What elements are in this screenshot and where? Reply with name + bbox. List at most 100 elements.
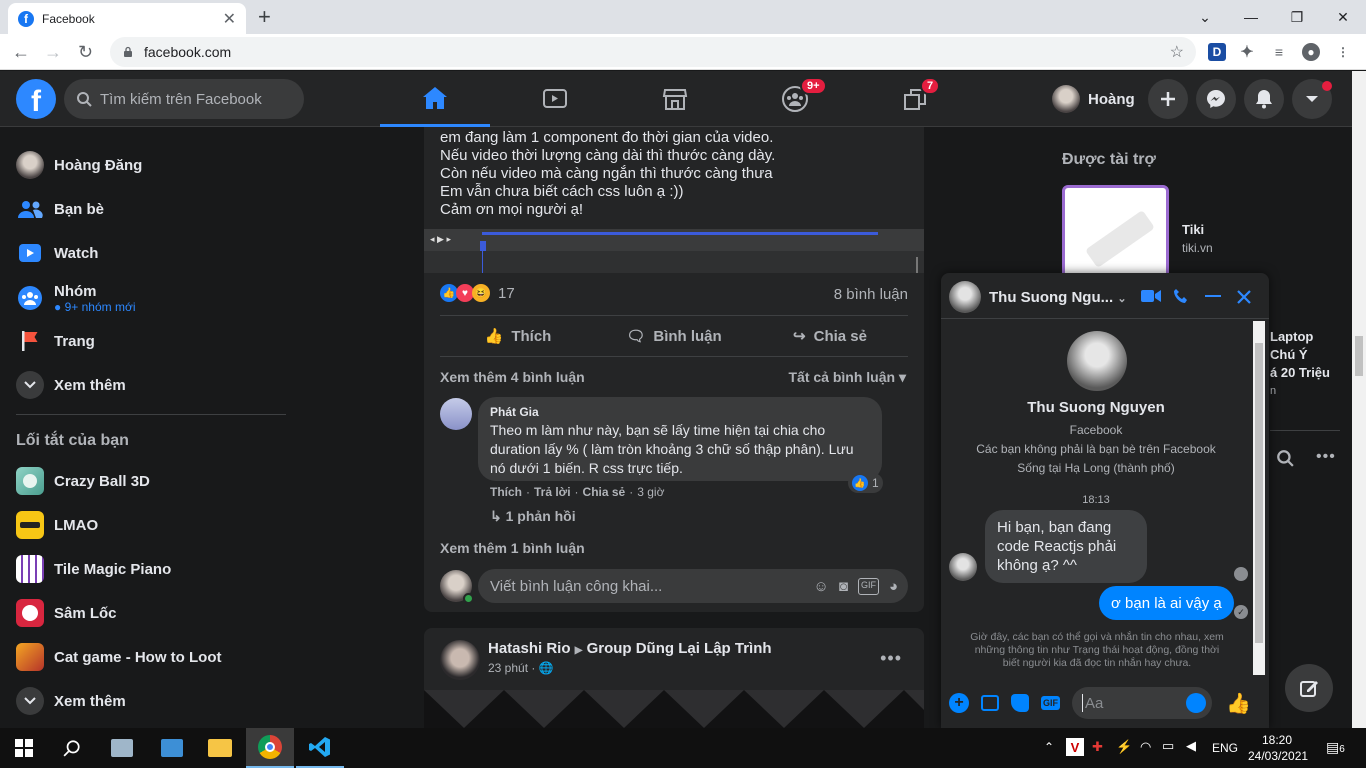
tab-search-icon[interactable]: ⌄ <box>1182 9 1228 26</box>
photo-icon[interactable] <box>981 695 999 711</box>
sidebar-see-more-button[interactable]: Xem thêm <box>8 363 298 407</box>
taskbar-app-control[interactable] <box>148 728 196 768</box>
avatar[interactable] <box>949 281 981 313</box>
nav-tab-groups[interactable]: 9+ <box>740 71 850 127</box>
chat-title-button[interactable]: Thu Suong Ngu... ⌄ <box>989 289 1127 306</box>
avatar[interactable] <box>440 640 480 680</box>
sidebar-item-profile[interactable]: Hoàng Đăng <box>8 143 298 187</box>
post-group[interactable]: Group Dũng Lại Lập Trình <box>587 640 772 657</box>
maximize-button[interactable]: ❐ <box>1274 9 1320 26</box>
sidebar-item-friends[interactable]: Bạn bè <box>8 187 298 231</box>
shortcut-item[interactable]: Tile Magic Piano <box>8 547 298 591</box>
tray-app-icon[interactable]: ✚ <box>1092 739 1103 755</box>
message-input[interactable]: Aa <box>1072 687 1212 719</box>
share-button[interactable]: ↪ Chia sẻ <box>752 318 908 354</box>
close-tab-icon[interactable]: ✕ <box>223 9 236 29</box>
comment-reply-link[interactable]: Trả lời <box>534 485 571 499</box>
volume-icon[interactable]: ◀ <box>1186 738 1196 754</box>
nav-tab-watch[interactable] <box>500 71 610 127</box>
plus-icon[interactable]: + <box>949 693 969 713</box>
taskbar-app-vscode[interactable] <box>296 728 344 768</box>
contacts-more-icon[interactable]: ••• <box>1316 448 1336 466</box>
battery-icon[interactable]: ▭ <box>1162 738 1174 754</box>
taskbar-app-explorer[interactable] <box>196 728 244 768</box>
shortcut-item[interactable]: Crazy Ball 3D <box>8 459 298 503</box>
taskbar-app-monitor[interactable] <box>98 728 146 768</box>
nav-tab-home[interactable] <box>380 71 490 127</box>
post-author[interactable]: Hatashi Rio <box>488 640 571 657</box>
post-image[interactable]: ◂ ▶ ▸ <box>424 229 924 273</box>
browser-menu-icon[interactable]: ⋮ <box>1334 43 1352 61</box>
contacts-search-icon[interactable] <box>1276 449 1294 467</box>
clock[interactable]: 18:20 24/03/2021 <box>1248 732 1308 764</box>
comment-share-link[interactable]: Chia sẻ <box>583 485 626 499</box>
camera-icon[interactable]: ◙ <box>839 578 848 595</box>
wifi-icon[interactable]: ◠ <box>1140 739 1151 755</box>
chat-scrollbar-thumb[interactable] <box>1255 343 1263 643</box>
avatar[interactable] <box>440 398 472 430</box>
browser-tab[interactable]: f Facebook ✕ <box>8 3 246 34</box>
account-menu-button[interactable] <box>1292 79 1332 119</box>
start-button[interactable] <box>0 728 48 768</box>
emoji-icon[interactable] <box>1186 693 1206 713</box>
comment-input[interactable]: Viết bình luận công khai... ☺ ◙ GIF ◕ <box>478 569 908 603</box>
profile-button[interactable]: Hoàng <box>1052 83 1135 115</box>
minimize-button[interactable]: — <box>1228 9 1274 25</box>
reload-button[interactable]: ↻ <box>78 42 93 63</box>
comment-count[interactable]: 8 bình luận <box>834 286 908 303</box>
comment-button[interactable]: 🗨 Bình luận <box>596 318 752 354</box>
new-message-button[interactable] <box>1285 664 1333 712</box>
sidebar-item-watch[interactable]: Watch <box>8 231 298 275</box>
nav-tab-marketplace[interactable] <box>620 71 730 127</box>
post-image[interactable] <box>424 690 924 728</box>
sticker-icon[interactable] <box>1011 694 1029 712</box>
ad2-title[interactable]: Laptop Chú Ý á 20 Triệu n <box>1270 328 1330 400</box>
taskbar-search-button[interactable] <box>48 728 96 768</box>
shortcut-item[interactable]: Sâm Lốc <box>8 591 298 635</box>
shortcuts-see-more-button[interactable]: Xem thêm <box>8 679 298 723</box>
shortcut-item[interactable]: Cat game - How to Loot <box>8 635 298 679</box>
create-button[interactable] <box>1148 79 1188 119</box>
close-chat-icon[interactable] <box>1236 289 1252 305</box>
comment-reactions[interactable]: 👍 1 <box>848 473 883 493</box>
bookmark-star-icon[interactable]: ☆ <box>1170 42 1184 62</box>
ad-name[interactable]: Tiki <box>1182 222 1204 237</box>
messenger-button[interactable] <box>1196 79 1236 119</box>
chat-profile-avatar[interactable] <box>1067 331 1127 391</box>
more-options-icon[interactable]: ••• <box>880 648 902 669</box>
tray-overflow-icon[interactable]: ⌃ <box>1044 740 1054 754</box>
emoji-icon[interactable]: ☺ <box>814 578 829 595</box>
comment-author[interactable]: Phát Gia <box>490 405 870 419</box>
search-input[interactable]: Tìm kiếm trên Facebook <box>64 79 304 119</box>
url-field[interactable]: facebook.com ☆ <box>110 37 1196 67</box>
extension-d-icon[interactable]: D <box>1208 43 1226 61</box>
gif-icon[interactable]: GIF <box>857 577 879 595</box>
facebook-logo[interactable]: f <box>16 79 56 119</box>
video-call-icon[interactable] <box>1141 289 1161 303</box>
ad-image[interactable] <box>1062 185 1169 280</box>
page-scrollbar[interactable] <box>1352 71 1366 728</box>
sticker-icon[interactable]: ◕ <box>889 578 898 595</box>
view-more-comments-link[interactable]: Xem thêm 4 bình luận <box>440 369 585 385</box>
shortcut-item[interactable]: LMAO <box>8 503 298 547</box>
view-more-comments-link[interactable]: Xem thêm 1 bình luận <box>440 540 585 556</box>
post-time[interactable]: 23 phút <box>488 661 528 675</box>
like-button[interactable]: 👍 Thích <box>440 318 596 354</box>
outgoing-message[interactable]: ơ bạn là ai vậy ạ <box>1099 586 1234 620</box>
reactions-summary[interactable]: 👍 ♥ 😆 17 <box>440 284 515 302</box>
minimize-chat-icon[interactable] <box>1205 295 1221 297</box>
thumbs-up-send-icon[interactable]: 👍 <box>1226 691 1251 716</box>
sidebar-item-pages[interactable]: Trang <box>8 319 298 363</box>
comment-filter-dropdown[interactable]: Tất cả bình luận ▾ <box>789 369 907 386</box>
nav-tab-gaming[interactable]: 7 <box>860 71 970 127</box>
tray-app2-icon[interactable]: ⚡ <box>1116 739 1132 755</box>
language-indicator[interactable]: ENG <box>1212 741 1238 755</box>
forward-button[interactable]: → <box>44 42 62 63</box>
media-control-icon[interactable]: ≡ <box>1270 43 1288 61</box>
scrollbar-thumb[interactable] <box>1355 336 1363 376</box>
notifications-button[interactable] <box>1244 79 1284 119</box>
incoming-message[interactable]: Hi bạn, bạn đang code Reactjs phải không… <box>985 510 1147 583</box>
voice-call-icon[interactable] <box>1173 288 1189 304</box>
new-tab-button[interactable]: + <box>258 4 271 30</box>
view-replies-link[interactable]: ↳ 1 phản hồi <box>490 508 576 525</box>
